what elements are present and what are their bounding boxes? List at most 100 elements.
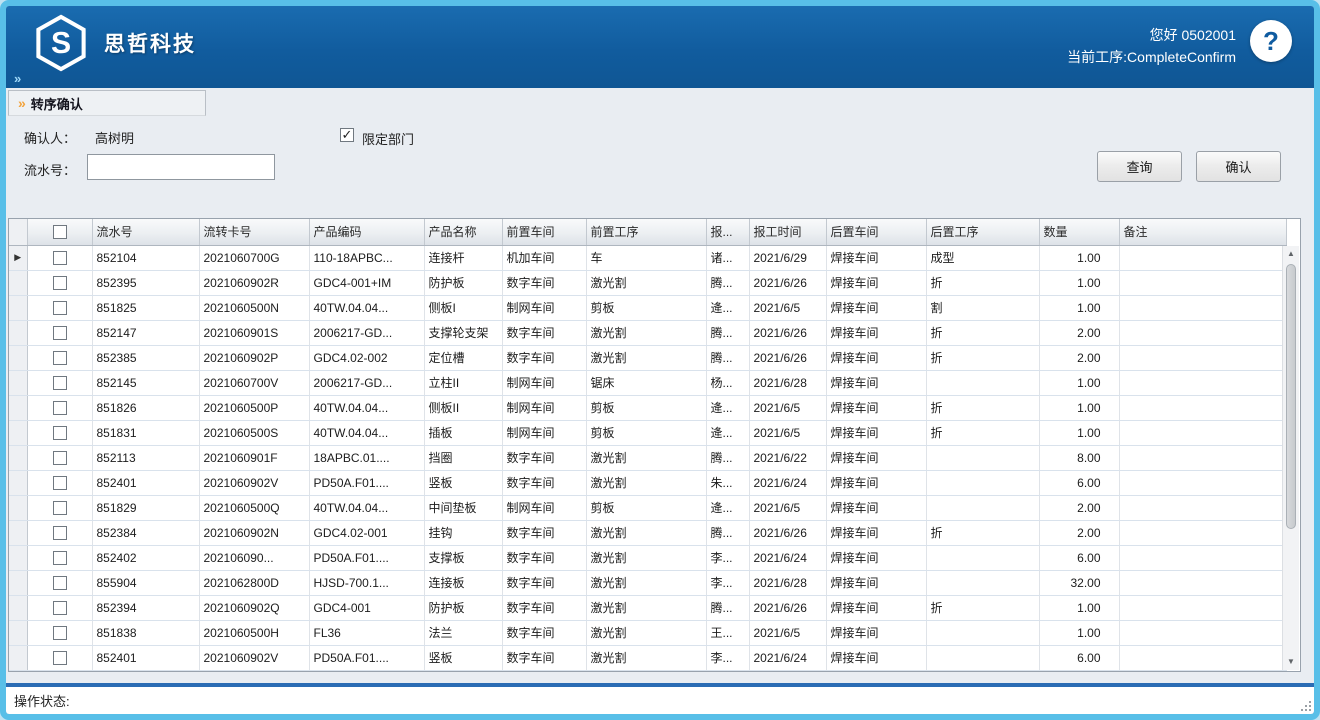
collapse-chevron-icon[interactable]: » bbox=[14, 71, 21, 86]
vertical-scrollbar[interactable]: ▲ ▼ bbox=[1282, 246, 1299, 670]
row-select-cell: ✓ bbox=[27, 370, 92, 395]
row-checkbox[interactable]: ✓ bbox=[53, 401, 67, 415]
scroll-down-icon[interactable]: ▼ bbox=[1283, 654, 1299, 670]
cell-reporter: 逄... bbox=[706, 420, 749, 445]
row-checkbox[interactable]: ✓ bbox=[53, 451, 67, 465]
column-header[interactable]: 报工时间 bbox=[749, 219, 826, 245]
confirm-button[interactable]: 确认 bbox=[1196, 151, 1281, 182]
row-checkbox[interactable]: ✓ bbox=[53, 376, 67, 390]
column-header[interactable]: 产品编码 bbox=[309, 219, 424, 245]
cell-reporter: 腾... bbox=[706, 595, 749, 620]
serial-number-input[interactable] bbox=[87, 154, 275, 180]
row-checkbox[interactable]: ✓ bbox=[53, 576, 67, 590]
cell-serial: 851825 bbox=[92, 295, 199, 320]
cell-post_shop: 焊接车间 bbox=[826, 295, 926, 320]
cell-reporter: 杨... bbox=[706, 370, 749, 395]
row-checkbox[interactable]: ✓ bbox=[53, 626, 67, 640]
table-row[interactable]: ▶✓8521042021060700G110-18APBC...连接杆机加车间车… bbox=[9, 245, 1286, 270]
cell-remark bbox=[1119, 445, 1286, 470]
scrollbar-thumb[interactable] bbox=[1286, 264, 1296, 529]
cell-name: 挂钩 bbox=[424, 520, 502, 545]
cell-serial: 852147 bbox=[92, 320, 199, 345]
table-row[interactable]: ✓8518292021060500Q40TW.04.04...中间垫板制网车间剪… bbox=[9, 495, 1286, 520]
table-row[interactable]: ✓8518262021060500P40TW.04.04...侧板II制网车间剪… bbox=[9, 395, 1286, 420]
cell-post_shop: 焊接车间 bbox=[826, 545, 926, 570]
cell-pre_shop: 制网车间 bbox=[502, 420, 586, 445]
cell-qty: 1.00 bbox=[1039, 270, 1119, 295]
row-checkbox[interactable]: ✓ bbox=[53, 601, 67, 615]
table-row[interactable]: ✓8524012021060902VPD50A.F01....竖板数字车间激光割… bbox=[9, 470, 1286, 495]
table-row[interactable]: ✓852402202106090...PD50A.F01....支撑板数字车间激… bbox=[9, 545, 1286, 570]
column-header[interactable]: 流水号 bbox=[92, 219, 199, 245]
column-header[interactable]: 后置工序 bbox=[926, 219, 1039, 245]
cell-pre_shop: 数字车间 bbox=[502, 320, 586, 345]
row-select-cell: ✓ bbox=[27, 320, 92, 345]
column-header[interactable]: 流转卡号 bbox=[199, 219, 309, 245]
limit-department-checkbox[interactable]: ✓ bbox=[340, 128, 354, 142]
query-button[interactable]: 查询 bbox=[1097, 151, 1182, 182]
cell-card: 2021060500H bbox=[199, 620, 309, 645]
tab-transfer-confirm[interactable]: » 转序确认 bbox=[8, 90, 206, 116]
row-checkbox[interactable]: ✓ bbox=[53, 326, 67, 340]
column-header[interactable]: 数量 bbox=[1039, 219, 1119, 245]
table-row[interactable]: ✓8518252021060500N40TW.04.04...侧板I制网车间剪板… bbox=[9, 295, 1286, 320]
row-checkbox[interactable]: ✓ bbox=[53, 526, 67, 540]
column-header[interactable]: 前置工序 bbox=[586, 219, 706, 245]
cell-remark bbox=[1119, 395, 1286, 420]
column-header[interactable]: 备注 bbox=[1119, 219, 1286, 245]
table-row[interactable]: ✓8523842021060902NGDC4.02-001挂钩数字车间激光割腾.… bbox=[9, 520, 1286, 545]
cell-serial: 852401 bbox=[92, 470, 199, 495]
row-select-cell: ✓ bbox=[27, 295, 92, 320]
help-button[interactable]: ? bbox=[1250, 20, 1292, 62]
column-header[interactable]: 报... bbox=[706, 219, 749, 245]
row-checkbox[interactable]: ✓ bbox=[53, 551, 67, 565]
cell-remark bbox=[1119, 620, 1286, 645]
row-select-cell: ✓ bbox=[27, 595, 92, 620]
row-checkbox[interactable]: ✓ bbox=[53, 301, 67, 315]
column-header[interactable]: 前置车间 bbox=[502, 219, 586, 245]
table-row[interactable]: ✓8523952021060902RGDC4-001+IM防护板数字车间激光割腾… bbox=[9, 270, 1286, 295]
table-row[interactable]: ✓8518382021060500HFL36法兰数字车间激光割王...2021/… bbox=[9, 620, 1286, 645]
cell-reporter: 逄... bbox=[706, 495, 749, 520]
cell-time: 2021/6/24 bbox=[749, 470, 826, 495]
cell-name: 支撑板 bbox=[424, 545, 502, 570]
table-row[interactable]: ✓8521452021060700V2006217-GD...立柱II制网车间锯… bbox=[9, 370, 1286, 395]
column-header[interactable]: 产品名称 bbox=[424, 219, 502, 245]
resize-grip[interactable] bbox=[1299, 699, 1311, 711]
row-checkbox[interactable]: ✓ bbox=[53, 476, 67, 490]
cell-time: 2021/6/26 bbox=[749, 320, 826, 345]
table-row[interactable]: ✓8518312021060500S40TW.04.04...插板制网车间剪板逄… bbox=[9, 420, 1286, 445]
cell-pre_proc: 锯床 bbox=[586, 370, 706, 395]
row-checkbox[interactable]: ✓ bbox=[53, 276, 67, 290]
tab-label: 转序确认 bbox=[31, 94, 83, 113]
cell-remark bbox=[1119, 295, 1286, 320]
table-row[interactable]: ✓8559042021062800DHJSD-700.1...连接板数字车间激光… bbox=[9, 570, 1286, 595]
table-row[interactable]: ✓8524012021060902VPD50A.F01....竖板数字车间激光割… bbox=[9, 645, 1286, 670]
cell-serial: 852394 bbox=[92, 595, 199, 620]
cell-time: 2021/6/28 bbox=[749, 370, 826, 395]
column-header[interactable]: 后置车间 bbox=[826, 219, 926, 245]
select-all-checkbox[interactable]: ✓ bbox=[53, 225, 67, 239]
table-row[interactable]: ✓8521132021060901F18APBC.01....挡圈数字车间激光割… bbox=[9, 445, 1286, 470]
main-panel: » 转序确认 确认人： 高树明 ✓ 限定部门 流水号： 查询 确认 bbox=[6, 88, 1314, 683]
cell-pre_proc: 激光割 bbox=[586, 570, 706, 595]
table-row[interactable]: ✓8523852021060902PGDC4.02-002定位槽数字车间激光割腾… bbox=[9, 345, 1286, 370]
scroll-up-icon[interactable]: ▲ bbox=[1283, 246, 1299, 262]
row-checkbox[interactable]: ✓ bbox=[53, 251, 67, 265]
row-select-cell: ✓ bbox=[27, 445, 92, 470]
cell-card: 2021060901S bbox=[199, 320, 309, 345]
row-checkbox[interactable]: ✓ bbox=[53, 351, 67, 365]
cell-card: 2021060500P bbox=[199, 395, 309, 420]
row-indicator bbox=[9, 570, 27, 595]
table-row[interactable]: ✓8523942021060902QGDC4-001防护板数字车间激光割腾...… bbox=[9, 595, 1286, 620]
cell-time: 2021/6/26 bbox=[749, 520, 826, 545]
row-checkbox[interactable]: ✓ bbox=[53, 651, 67, 665]
cell-remark bbox=[1119, 345, 1286, 370]
cell-name: 中间垫板 bbox=[424, 495, 502, 520]
confirmer-value: 高树明 bbox=[95, 128, 134, 147]
cell-card: 2021062800D bbox=[199, 570, 309, 595]
table-row[interactable]: ✓8521472021060901S2006217-GD...支撑轮支架数字车间… bbox=[9, 320, 1286, 345]
row-checkbox[interactable]: ✓ bbox=[53, 501, 67, 515]
row-indicator bbox=[9, 345, 27, 370]
row-checkbox[interactable]: ✓ bbox=[53, 426, 67, 440]
